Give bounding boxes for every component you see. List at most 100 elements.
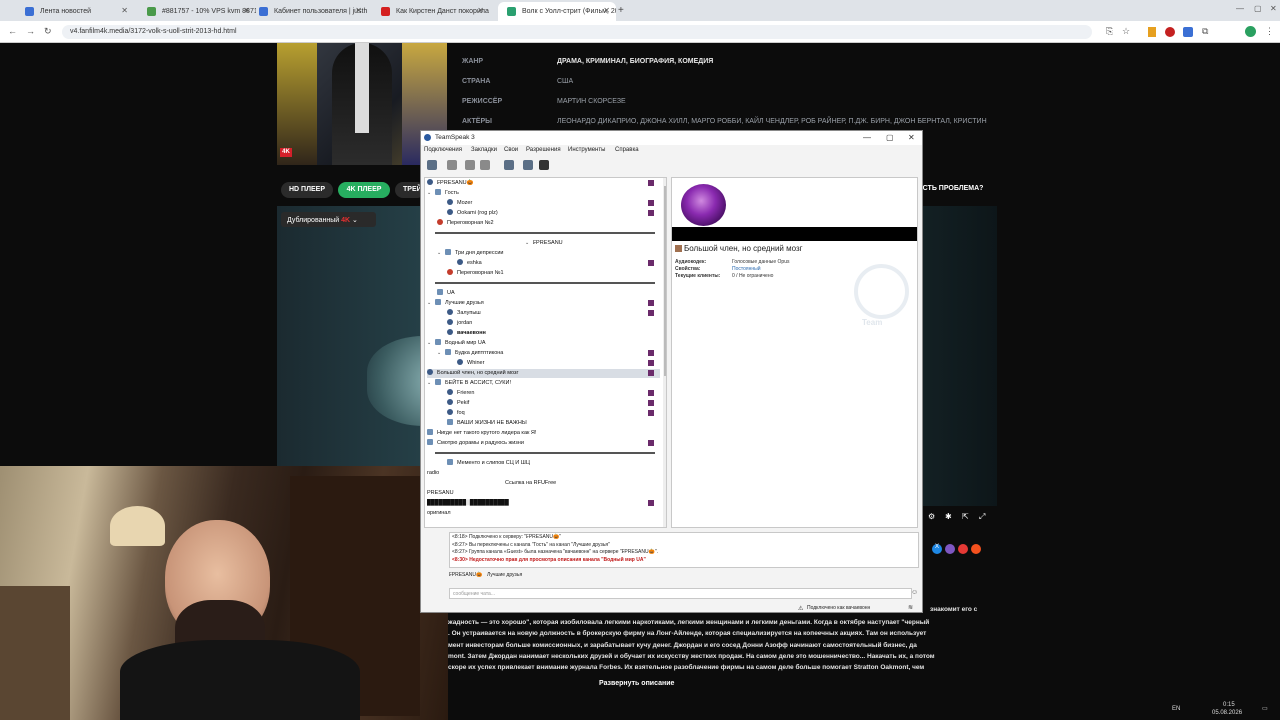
channel-item[interactable]: Переговорная №2 bbox=[437, 219, 660, 228]
browser-tab[interactable]: Как Кирстен Данст покорила ... ✕ bbox=[372, 2, 490, 21]
client-item[interactable]: Залупыш bbox=[447, 309, 660, 318]
channel-item[interactable]: Нигде нет такого крутого лидера как Я! bbox=[427, 429, 660, 438]
browser-tab[interactable]: Лента новостей ✕ bbox=[16, 2, 134, 21]
channel-item[interactable]: ⌄ Гость bbox=[427, 189, 660, 198]
menu-item[interactable]: Свои bbox=[504, 147, 518, 153]
channel-item[interactable]: Смотрю дорамы и радуюсь жизни bbox=[427, 439, 660, 448]
client-item[interactable]: вачаевонн bbox=[447, 329, 660, 338]
close-tab-icon[interactable]: ✕ bbox=[121, 6, 128, 15]
hd-player-button[interactable]: HD ПЛЕЕР bbox=[281, 182, 333, 198]
channel-item[interactable]: ВАШИ ЖИЗНИ НЕ ВАЖНЫ bbox=[447, 419, 660, 428]
expand-arrow-icon[interactable]: ⌄ bbox=[437, 349, 445, 358]
menu-item[interactable]: Разрешения bbox=[526, 147, 561, 153]
client-item[interactable]: jordan bbox=[447, 319, 660, 328]
minimize-icon[interactable]: — bbox=[863, 133, 871, 142]
browser-tab[interactable]: Волк с Уолл-стрит (Фильм, 20... ✕ bbox=[498, 2, 616, 21]
back-icon[interactable]: ← bbox=[8, 26, 17, 36]
menu-item[interactable]: Подключения bbox=[424, 147, 462, 153]
client-item[interactable]: ₣PRESANU🎃 bbox=[427, 179, 660, 188]
expand-description-button[interactable]: Развернуть описание bbox=[599, 680, 674, 687]
clock-time[interactable]: 0:15 bbox=[1223, 702, 1235, 708]
scrollbar-thumb[interactable] bbox=[664, 186, 666, 376]
expand-arrow-icon[interactable]: ⌄ bbox=[427, 379, 435, 388]
channel-item[interactable]: ⌄ Будка диптптикона bbox=[437, 349, 660, 358]
extension-icon[interactable] bbox=[1148, 27, 1156, 37]
menu-item[interactable]: Справка bbox=[615, 147, 639, 153]
info-value[interactable]: США bbox=[557, 78, 573, 85]
url-input[interactable]: v4.fanfilm4k.media/3172-volk-s-uoll-stri… bbox=[62, 25, 1092, 39]
client-item[interactable]: Большой член, но средний мозг bbox=[427, 369, 660, 378]
client-item[interactable]: Whiner bbox=[457, 359, 660, 368]
chat-input[interactable]: сообщение чата... bbox=[449, 588, 912, 599]
info-value[interactable]: ДРАМА, КРИМИНАЛ, БИОГРАФИЯ, КОМЕДИЯ bbox=[557, 58, 713, 65]
client-item[interactable]: PRESANU bbox=[427, 489, 660, 498]
expand-arrow-icon[interactable]: ⌄ bbox=[427, 189, 435, 198]
client-item[interactable]: foq bbox=[447, 409, 660, 418]
whisper-icon[interactable] bbox=[539, 160, 549, 170]
notification-icon[interactable]: ▭ bbox=[1262, 705, 1268, 712]
x-share-icon[interactable]: X bbox=[932, 544, 942, 554]
gear-icon[interactable]: ✱ bbox=[945, 512, 952, 521]
extensions-puzzle-icon[interactable]: ⧉ bbox=[1202, 26, 1208, 37]
close-tab-icon[interactable]: ✕ bbox=[477, 6, 484, 15]
channel-tree[interactable]: ₣PRESANU🎃 ⌄ Гость Mozer Ookami (rog plz) Пере… bbox=[424, 177, 667, 528]
extension-icon[interactable] bbox=[1165, 27, 1175, 37]
channel-item[interactable]: UA bbox=[437, 289, 660, 298]
menu-item[interactable]: Инструменты bbox=[568, 147, 605, 153]
expand-arrow-icon[interactable]: ⌄ bbox=[427, 299, 435, 308]
new-tab-button[interactable]: + bbox=[618, 5, 624, 16]
close-icon[interactable]: ✕ bbox=[1270, 4, 1277, 13]
4k-player-button[interactable]: 4K ПЛЕЕР bbox=[338, 182, 390, 198]
minimize-icon[interactable]: — bbox=[1236, 4, 1244, 13]
viber-share-icon[interactable] bbox=[945, 544, 955, 554]
client-item[interactable]: Ссылка на RFUFree bbox=[505, 479, 660, 488]
channel-item[interactable]: ⌄ Три дня депрессии bbox=[437, 249, 660, 258]
expand-arrow-icon[interactable]: ⌄ bbox=[427, 339, 435, 348]
client-item[interactable]: ██████████░██████████ bbox=[427, 499, 660, 508]
client-item[interactable]: ⌄ ₣PRESANU bbox=[525, 239, 660, 248]
ok-share-icon[interactable] bbox=[971, 544, 981, 554]
language-indicator[interactable]: EN bbox=[1172, 706, 1180, 712]
connect-icon[interactable] bbox=[427, 160, 437, 170]
channel-item[interactable]: ⌄ Водный мир UA bbox=[427, 339, 660, 348]
menu-icon[interactable]: ⋮ bbox=[1265, 26, 1274, 37]
forward-icon[interactable]: → bbox=[26, 26, 35, 36]
browser-tab[interactable]: Кабинет пользователя | justh... ✕ bbox=[250, 2, 368, 21]
contacts-icon[interactable] bbox=[523, 160, 533, 170]
channel-item[interactable]: ⌄ Лучшие друзья bbox=[427, 299, 660, 308]
channel-item[interactable]: Переговорная №1 bbox=[447, 269, 660, 278]
chat-tab-channel[interactable]: Лучшие друзья bbox=[487, 572, 522, 578]
dub-select[interactable]: Дублированный 4K ⌄ bbox=[281, 212, 376, 227]
client-item[interactable]: eshka bbox=[457, 259, 660, 268]
disconnect-icon[interactable] bbox=[447, 160, 457, 170]
expand-arrow-icon[interactable]: ⌄ bbox=[525, 239, 533, 248]
info-value[interactable]: Постоянный bbox=[732, 266, 761, 272]
close-tab-icon[interactable]: ✕ bbox=[243, 6, 250, 15]
reload-icon[interactable]: ↻ bbox=[44, 26, 52, 37]
external-link-icon[interactable]: ⇱ bbox=[962, 512, 969, 521]
mute-mic-icon[interactable] bbox=[465, 160, 475, 170]
settings-gear-icon[interactable]: ⚙ bbox=[928, 512, 935, 521]
menu-item[interactable]: Закладки bbox=[471, 147, 497, 153]
bookmark-star-icon[interactable]: ☆ bbox=[1122, 26, 1130, 37]
expand-arrow-icon[interactable]: ⌄ bbox=[437, 249, 445, 258]
report-problem-link[interactable]: ЕСТЬ ПРОБЛЕМА? bbox=[918, 185, 983, 192]
channel-item[interactable]: Мементо и слипов СЦ И ШЦ bbox=[447, 459, 660, 468]
maximize-icon[interactable]: ▢ bbox=[886, 133, 894, 142]
client-item[interactable]: Ookami (rog plz) bbox=[447, 209, 660, 218]
pinterest-share-icon[interactable] bbox=[958, 544, 968, 554]
info-value[interactable]: ЛЕОНАРДО ДИКАПРИО, ДЖОНА ХИЛЛ, МАРГО РОБ… bbox=[557, 118, 987, 125]
fullscreen-icon[interactable]: ⤢ bbox=[979, 512, 985, 522]
channel-item[interactable]: ⌄ БЕЙТЕ В АССИСТ, СУКИ! bbox=[427, 379, 660, 388]
maximize-icon[interactable]: ▢ bbox=[1254, 4, 1262, 13]
client-item[interactable]: Mozer bbox=[447, 199, 660, 208]
close-tab-icon[interactable]: ✕ bbox=[355, 6, 362, 15]
client-item[interactable]: оригинал bbox=[427, 509, 660, 518]
emoji-icon[interactable]: ☺ bbox=[911, 589, 918, 596]
mute-speaker-icon[interactable] bbox=[480, 160, 490, 170]
profile-avatar[interactable] bbox=[1245, 26, 1256, 37]
close-tab-icon[interactable]: ✕ bbox=[603, 6, 610, 15]
browser-tab[interactable]: #881757 - 10% VPS kvm 8871... ✕ bbox=[138, 2, 256, 21]
client-item[interactable]: Frieren bbox=[447, 389, 660, 398]
info-value[interactable]: МАРТИН СКОРСЕЗЕ bbox=[557, 98, 626, 105]
